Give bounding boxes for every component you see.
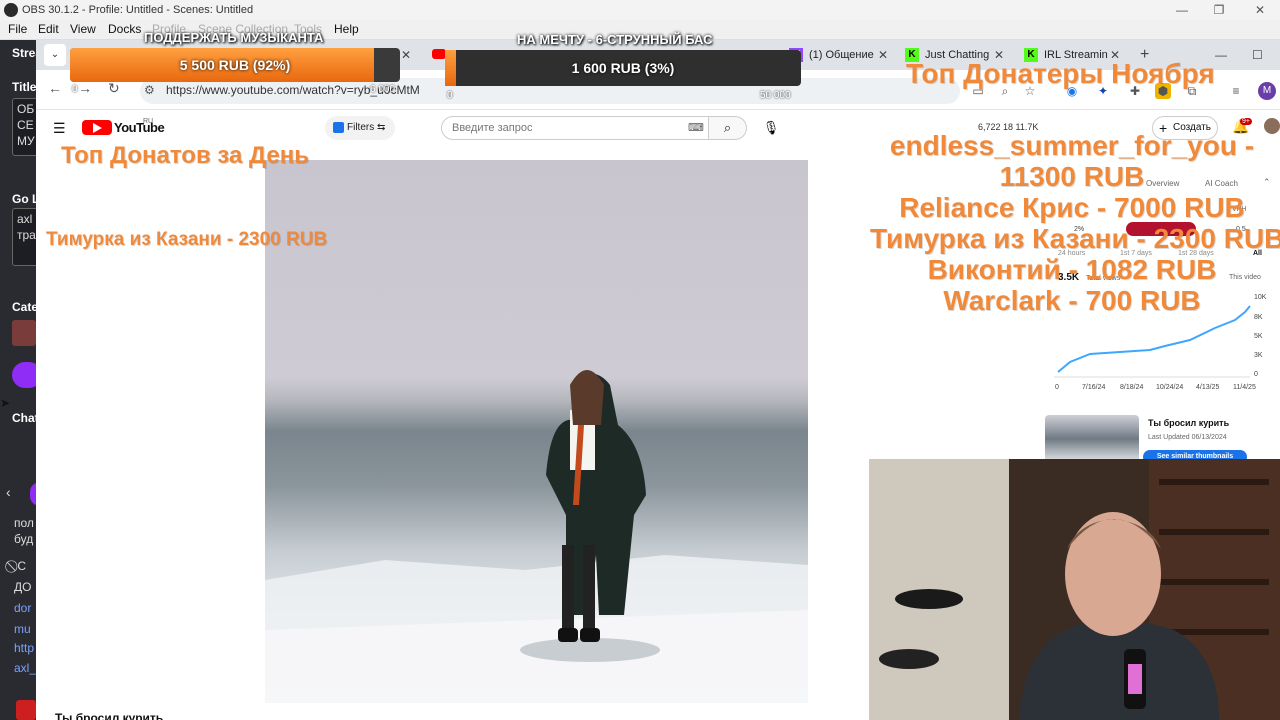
video-title: Ты бросил курить	[55, 711, 164, 720]
title-line: СЕ	[17, 118, 34, 132]
goal1-max: 6 000	[370, 84, 396, 95]
dock-chat-label: Chat	[12, 411, 36, 425]
tab-search-button[interactable]: ⌄	[44, 44, 66, 66]
site-info-icon[interactable]: ⚙	[144, 83, 155, 97]
back-icon[interactable]: ←	[48, 80, 62, 96]
chat-line: ДО	[14, 580, 32, 594]
browser-minimize-icon[interactable]: —	[1215, 44, 1227, 66]
x-tick: 4/13/25	[1196, 384, 1220, 391]
youtube-region: RU	[143, 118, 154, 125]
chat-line[interactable]: dor	[14, 601, 31, 615]
y-tick: 3K	[1254, 352, 1263, 359]
top-day-entry: Тимурка из Казани - 2300 RUB	[46, 229, 328, 250]
x-tick: 10/24/24	[1156, 384, 1184, 391]
golive-line: тра	[17, 228, 36, 242]
close-icon[interactable]: ✕	[1240, 0, 1280, 20]
obs-dock-panel: Strea Title ОБ СЕ МУ Go L axl тра Cate C…	[0, 40, 36, 720]
category-thumbnail	[12, 320, 36, 346]
recommended-thumbnail[interactable]	[1045, 415, 1139, 463]
youtube-play-icon	[93, 123, 102, 133]
dock-golive-label: Go L	[12, 192, 36, 206]
top-day-title: Топ Донатов за День	[61, 142, 310, 169]
goal2-max: 50 000	[760, 90, 791, 101]
goal1-min: 0	[72, 84, 78, 95]
dock-golive-field[interactable]: axl тра	[12, 208, 36, 266]
obs-title-bar: OBS 30.1.2 - Profile: Untitled - Scenes:…	[0, 0, 1280, 20]
chevron-left-icon[interactable]: ‹	[6, 484, 11, 500]
tab-close-icon[interactable]: ✕	[401, 44, 411, 66]
menu-docks[interactable]: Docks	[108, 20, 141, 39]
y-tick: 0	[1254, 371, 1258, 378]
search-button[interactable]: ⌕	[709, 116, 747, 140]
x-tick: 7/16/24	[1082, 384, 1106, 391]
chat-line: пол	[14, 516, 34, 530]
notification-badge: 9+	[1240, 118, 1252, 125]
obs-logo-icon	[4, 3, 18, 17]
title-line: ОБ	[17, 102, 35, 116]
goal2-value: 1 600 RUB (3%)	[571, 60, 675, 76]
menu-help[interactable]: Help	[334, 20, 359, 39]
menu-file[interactable]: File	[8, 20, 27, 39]
dock-title-field[interactable]: ОБ СЕ МУ	[12, 98, 36, 156]
title-line: МУ	[17, 134, 35, 148]
maximize-icon[interactable]: ❐	[1199, 0, 1239, 20]
goal1-value: 5 500 RUB (92%)	[179, 57, 291, 73]
donor-entry: 11300 RUB	[999, 161, 1145, 192]
minimize-icon[interactable]: —	[1162, 0, 1202, 20]
webcam-image	[869, 459, 1280, 720]
tab-obshchenie[interactable]: ▣(1) Общение	[789, 44, 874, 66]
donor-entry: Тимурка из Казани - 2300 RUB	[870, 223, 1280, 254]
top-month-title: Топ Донатеры Ноября	[906, 58, 1215, 89]
chat-line[interactable]: mu	[14, 622, 31, 636]
record-icon[interactable]	[16, 700, 36, 720]
recommended-date: Last Updated 06/13/2024	[1148, 434, 1227, 441]
browser-maximize-icon[interactable]: ☐	[1252, 44, 1263, 66]
hamburger-menu-icon[interactable]: ☰	[53, 120, 66, 137]
tab-label: (1) Общение	[809, 49, 874, 61]
goal2-min: 0	[447, 90, 453, 101]
dock-purple-button[interactable]	[12, 362, 36, 388]
filters-label: Filters	[347, 122, 375, 133]
goal2-title: НА МЕЧТУ - 6-СТРУННЫЙ БАС	[517, 32, 713, 47]
chat-line[interactable]: axl_	[14, 661, 36, 675]
obs-window-title: OBS 30.1.2 - Profile: Untitled - Scenes:…	[22, 4, 254, 16]
recommended-title[interactable]: Ты бросил курить	[1148, 418, 1229, 428]
youtube-tab-icon	[432, 49, 446, 59]
video-frame-image	[265, 370, 808, 703]
chat-line: буд	[14, 532, 34, 546]
dock-chat-button[interactable]	[30, 482, 36, 506]
search-input[interactable]: Введите запрос	[441, 116, 709, 140]
dock-title-label: Title	[12, 80, 36, 94]
chat-line[interactable]: http	[14, 641, 34, 655]
webcam-feed	[869, 459, 1280, 720]
tab-close-icon[interactable]: ✕	[878, 44, 888, 66]
donor-entry: Reliance Крис - 7000 RUB	[899, 192, 1245, 223]
filters-icon	[333, 122, 344, 133]
menu-edit[interactable]: Edit	[38, 20, 59, 39]
reading-list-icon[interactable]: ≡	[1228, 83, 1244, 99]
donor-entry: Warclark - 700 RUB	[943, 285, 1201, 316]
screen: OBS 30.1.2 - Profile: Untitled - Scenes:…	[0, 0, 1280, 720]
x-tick: 8/18/24	[1120, 384, 1144, 391]
y-tick: 5K	[1254, 333, 1263, 340]
dock-category-label: Cate	[12, 300, 36, 314]
forward-icon[interactable]: →	[78, 80, 92, 96]
reload-icon[interactable]: ↻	[108, 80, 120, 97]
top-month-list: endless_summer_for_you - 11300 RUB Relia…	[870, 130, 1280, 316]
donor-entry: Виконтий - 1082 RUB	[927, 254, 1217, 285]
golive-line: axl	[17, 212, 33, 226]
goal1-title: ПОДДЕРЖАТЬ МУЗЫКАНТА	[144, 30, 324, 45]
x-tick: 0	[1055, 384, 1059, 391]
x-tick: 11/4/25	[1233, 384, 1256, 391]
mouse-cursor-icon: ➤	[0, 396, 11, 410]
keyboard-icon[interactable]: ⌨	[688, 121, 704, 134]
menu-view[interactable]: View	[70, 20, 96, 39]
video-player[interactable]	[265, 160, 808, 703]
profile-avatar[interactable]: M	[1258, 82, 1276, 100]
donor-entry: endless_summer_for_you -	[889, 130, 1255, 161]
microphone-icon[interactable]: 🎙	[760, 116, 782, 140]
youtube-wordmark[interactable]: YouTube	[114, 120, 165, 135]
chat-line: ⃠ С	[14, 559, 26, 573]
dock-stream-label: Strea	[12, 46, 36, 60]
